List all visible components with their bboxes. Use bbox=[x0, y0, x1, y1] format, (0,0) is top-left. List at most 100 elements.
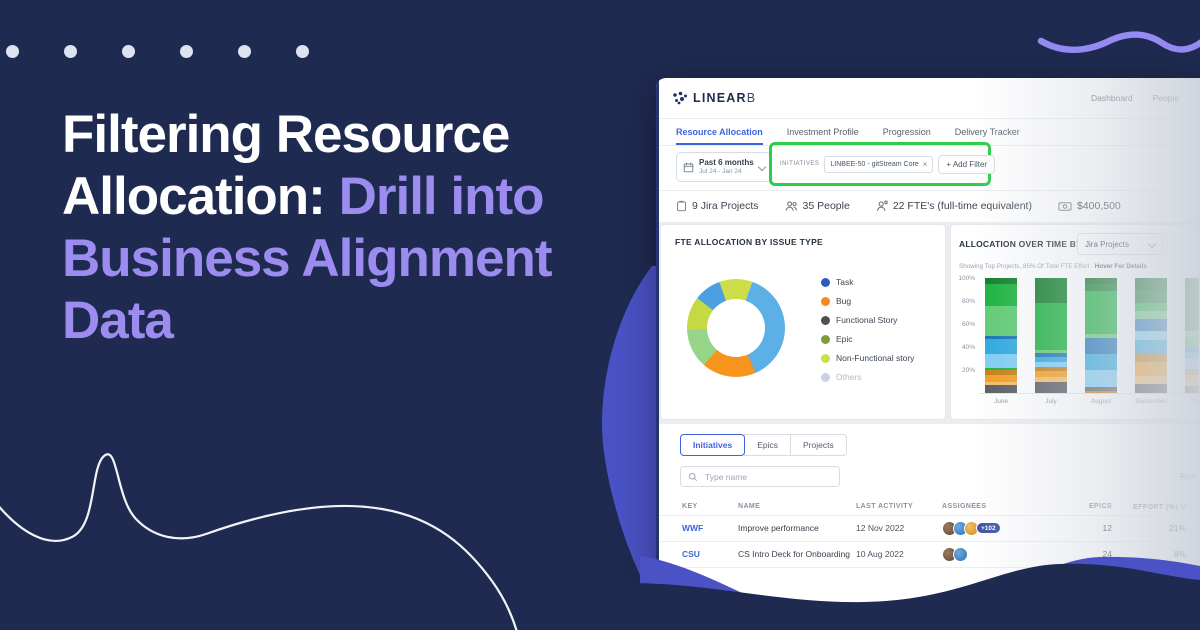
donut-chart[interactable] bbox=[687, 279, 785, 377]
bar-segment bbox=[1135, 303, 1167, 311]
title-purple-part: Business Alignment bbox=[62, 229, 552, 288]
list-tab-epics[interactable]: Epics bbox=[744, 434, 791, 456]
allocation-card-title: ALLOCATION OVER TIME BY bbox=[959, 239, 1082, 249]
legend-item: Bug bbox=[821, 296, 914, 306]
bar-segment bbox=[1185, 278, 1200, 286]
tab-progression[interactable]: Progression bbox=[883, 118, 931, 145]
linearb-logo[interactable]: LINEARB bbox=[672, 91, 756, 105]
row-last-activity: 12 Nov 2022 bbox=[856, 523, 942, 533]
column-header-epics[interactable]: EPICS bbox=[1072, 503, 1112, 510]
top-nav-dashboard[interactable]: Dashboard bbox=[1091, 93, 1133, 103]
bar-segment bbox=[1135, 384, 1167, 393]
stacked-bar[interactable] bbox=[1035, 278, 1067, 393]
rows-per-page-label: Row bbox=[1180, 472, 1196, 481]
bar-segment bbox=[1135, 290, 1167, 304]
legend-label: Epic bbox=[836, 334, 853, 344]
title-purple-part: Drill into bbox=[339, 167, 544, 226]
stacked-bar[interactable] bbox=[1085, 278, 1117, 393]
dot-decoration bbox=[180, 45, 193, 58]
stat-label: 9 Jira Projects bbox=[692, 200, 759, 212]
bar-segment bbox=[1085, 291, 1117, 305]
bar-segment bbox=[1135, 319, 1167, 331]
tab-delivery-tracker[interactable]: Delivery Tracker bbox=[955, 118, 1020, 145]
stacked-bar[interactable] bbox=[1135, 278, 1167, 393]
row-name: CS Intro Deck for Onboarding bbox=[738, 549, 856, 559]
top-nav-people[interactable]: People bbox=[1153, 93, 1179, 103]
list-tab-initiatives[interactable]: Initiatives bbox=[680, 434, 745, 456]
assignees-overflow-badge[interactable]: +102 bbox=[976, 522, 1001, 534]
row-key-link[interactable]: WWF bbox=[682, 523, 738, 533]
dot-decoration bbox=[238, 45, 251, 58]
bar-segment bbox=[1035, 303, 1067, 350]
add-filter-button[interactable]: + Add Filter bbox=[938, 155, 995, 174]
list-tabs: InitiativesEpicsProjects bbox=[680, 434, 847, 456]
people-icon bbox=[785, 200, 798, 212]
filter-highlight-box: INITIATIVES LINBEE-50 - gitStream Core ×… bbox=[769, 142, 991, 186]
stat-item: $400,500 bbox=[1058, 200, 1121, 212]
bar-segment bbox=[985, 385, 1017, 393]
stacked-bar[interactable] bbox=[985, 278, 1017, 393]
bar-segment bbox=[1085, 391, 1117, 393]
dots-row bbox=[6, 45, 354, 63]
legend-label: Functional Story bbox=[836, 315, 897, 325]
legend-label: Non-Functional story bbox=[836, 353, 914, 363]
column-header-effort[interactable]: EFFORT (%) bbox=[1112, 503, 1200, 511]
chip-remove-icon[interactable]: × bbox=[923, 160, 928, 169]
app-window: LINEARB DashboardPeopleActivity Resource… bbox=[656, 78, 1200, 618]
table-header: KEYNAMELAST ACTIVITYASSIGNEESEPICSEFFORT… bbox=[656, 498, 1200, 516]
search-input[interactable] bbox=[703, 471, 817, 483]
date-range-picker[interactable]: Past 6 months Jul 24 - Jan 24 bbox=[676, 152, 772, 182]
column-header-assignees[interactable]: ASSIGNEES bbox=[942, 503, 1072, 510]
y-axis-tick: 100% bbox=[951, 275, 975, 282]
table-row[interactable]: CSU CS Intro Deck for Onboarding 10 Aug … bbox=[656, 541, 1200, 568]
legend-item: Functional Story bbox=[821, 315, 914, 325]
bar-segment bbox=[1135, 340, 1167, 353]
tab-investment-profile[interactable]: Investment Profile bbox=[787, 118, 859, 145]
row-key-link[interactable]: CSU bbox=[682, 549, 738, 559]
legend-item: Non-Functional story bbox=[821, 353, 914, 363]
filter-group-label: INITIATIVES bbox=[780, 161, 819, 167]
column-header-last-activity[interactable]: LAST ACTIVITY bbox=[856, 503, 942, 510]
bar-segment bbox=[1135, 331, 1167, 340]
stat-label: 22 FTE's (full-time equivalent) bbox=[893, 200, 1032, 212]
y-axis-tick: 80% bbox=[951, 298, 975, 305]
row-effort-percent: 8% bbox=[1112, 549, 1200, 559]
column-header-key[interactable]: KEY bbox=[682, 503, 738, 510]
stacked-bar[interactable] bbox=[1185, 278, 1200, 393]
row-assignees bbox=[942, 547, 1072, 562]
legend-dot bbox=[821, 297, 830, 306]
bar-segment bbox=[985, 354, 1017, 368]
legend-dot bbox=[821, 373, 830, 382]
avatar bbox=[953, 547, 968, 562]
title-purple-part: Data bbox=[62, 291, 173, 350]
initiative-filter-chip[interactable]: LINBEE-50 - gitStream Core × bbox=[824, 156, 933, 173]
column-header-name[interactable]: NAME bbox=[738, 503, 856, 510]
tab-resource-allocation[interactable]: Resource Allocation bbox=[676, 118, 763, 145]
subtitle-bold-text: Hover For Details bbox=[1095, 263, 1147, 270]
legend-label: Bug bbox=[836, 296, 851, 306]
chevron-down-icon bbox=[758, 163, 766, 171]
bar-plot: 100%80%60%40%20%JuneJulyAugustSeptemberO… bbox=[951, 279, 1200, 394]
bar-segment bbox=[1185, 337, 1200, 346]
stat-item: 22 FTE's (full-time equivalent) bbox=[876, 200, 1032, 212]
legend-item: Task bbox=[821, 277, 914, 287]
brand-name-suffix: B bbox=[747, 91, 757, 105]
dot-decoration bbox=[296, 45, 309, 58]
bar-segment bbox=[1135, 353, 1167, 362]
bar-segment bbox=[1135, 376, 1167, 384]
dot-decoration bbox=[122, 45, 135, 58]
search-icon bbox=[688, 472, 698, 482]
filter-row: Past 6 months Jul 24 - Jan 24 INITIATIVE… bbox=[656, 145, 1200, 191]
bar-segment bbox=[1085, 370, 1117, 387]
legend-dot bbox=[821, 354, 830, 363]
legend-dot bbox=[821, 278, 830, 287]
list-tab-projects[interactable]: Projects bbox=[790, 434, 847, 456]
table-row[interactable]: WWF Improve performance 12 Nov 2022 +102… bbox=[656, 515, 1200, 542]
money-icon bbox=[1058, 201, 1072, 212]
person-icon bbox=[876, 200, 888, 212]
donut-legend: Task Bug Functional Story Epic Non-Functiona… bbox=[821, 277, 914, 382]
allocation-groupby-select[interactable]: Jira Projects bbox=[1077, 233, 1163, 255]
brand-name: LINEAR bbox=[693, 91, 747, 105]
bar-segment bbox=[985, 339, 1017, 354]
bar-segment bbox=[1085, 338, 1117, 354]
